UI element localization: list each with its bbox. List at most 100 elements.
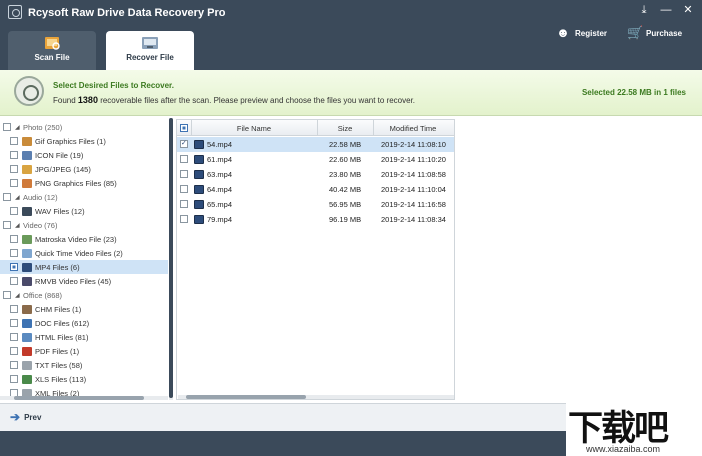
tree-hscroll-thumb[interactable] — [14, 396, 144, 400]
tree-checkbox[interactable] — [10, 249, 18, 257]
scan-summary-prefix: Found — [53, 96, 76, 105]
table-row[interactable]: ✓ 54.mp4 22.58 MB 2019-2-14 11:08:10 — [177, 137, 454, 152]
info-banner: Select Desired Files to Recover. Found 1… — [0, 70, 702, 116]
tree-item-label: PNG Graphics Files (85) — [35, 178, 117, 188]
video-file-icon — [194, 200, 204, 209]
file-type-icon — [22, 136, 32, 146]
tree-checkbox[interactable] — [10, 361, 18, 369]
file-name-cell: 65.mp4 — [207, 200, 233, 209]
tree-item[interactable]: PDF Files (1) — [0, 344, 168, 358]
file-type-tree[interactable]: ◢ Photo (250) Gif Graphics Files (1) ICON F… — [0, 118, 172, 400]
tree-checkbox[interactable] — [3, 123, 11, 131]
row-checkbox[interactable]: ✓ — [180, 140, 188, 148]
tree-item-label: Photo (250) — [23, 122, 63, 132]
tree-checkbox[interactable] — [10, 277, 18, 285]
tree-checkbox[interactable] — [10, 235, 18, 243]
scan-file-icon — [45, 37, 60, 50]
tab-scan-file[interactable]: Scan File — [8, 31, 96, 70]
tree-vertical-scrollbar[interactable] — [169, 118, 173, 400]
tree-horizontal-scrollbar[interactable] — [0, 396, 168, 400]
disk-icon — [14, 76, 44, 106]
register-button[interactable]: ☻ Register — [556, 26, 607, 40]
tree-item[interactable]: JPG/JPEG (145) — [0, 162, 168, 176]
table-hscroll-thumb[interactable] — [186, 395, 306, 399]
table-row[interactable]: 79.mp4 96.19 MB 2019-2-14 11:08:34 — [177, 212, 454, 227]
tree-category[interactable]: ◢ Photo (250) — [0, 120, 168, 134]
tree-checkbox[interactable] — [10, 305, 18, 313]
tree-item[interactable]: MP4 Files (6) — [0, 260, 168, 274]
expand-triangle-icon[interactable]: ◢ — [15, 292, 23, 299]
file-type-icon — [22, 248, 32, 258]
tree-item-label: JPG/JPEG (145) — [35, 164, 91, 174]
tree-item[interactable]: PNG Graphics Files (85) — [0, 176, 168, 190]
file-name-cell: 61.mp4 — [207, 155, 233, 164]
tree-checkbox[interactable] — [10, 375, 18, 383]
tree-checkbox[interactable] — [10, 179, 18, 187]
tree-scroll-thumb[interactable] — [169, 118, 173, 398]
table-row[interactable]: 64.mp4 40.42 MB 2019-2-14 11:10:04 — [177, 182, 454, 197]
select-all-checkbox[interactable] — [180, 124, 188, 132]
tree-item[interactable]: Quick Time Video Files (2) — [0, 246, 168, 260]
row-checkbox[interactable] — [180, 215, 188, 223]
tree-item[interactable]: XLS Files (113) — [0, 372, 168, 386]
tree-checkbox[interactable] — [10, 333, 18, 341]
column-modified-time[interactable]: Modified Time — [373, 124, 453, 133]
register-label: Register — [575, 28, 608, 38]
minimize-button[interactable]: — — [658, 2, 674, 18]
tree-checkbox[interactable] — [3, 291, 11, 299]
arrow-left-icon: ➔ — [10, 410, 21, 424]
tree-item[interactable]: Matroska Video File (23) — [0, 232, 168, 246]
tree-category[interactable]: ◢ Audio (12) — [0, 190, 168, 204]
video-file-icon — [194, 155, 204, 164]
tree-item[interactable]: CHM Files (1) — [0, 302, 168, 316]
tree-item-label: TXT Files (58) — [35, 360, 83, 370]
tree-item[interactable]: Gif Graphics Files (1) — [0, 134, 168, 148]
tree-category[interactable]: ◢ Video (76) — [0, 218, 168, 232]
tab-recover-file[interactable]: Recover File — [106, 31, 194, 70]
file-type-icon — [22, 234, 32, 244]
tree-checkbox[interactable] — [10, 151, 18, 159]
tree-item-label: ICON File (19) — [35, 150, 84, 160]
row-checkbox[interactable] — [180, 170, 188, 178]
tree-checkbox[interactable] — [10, 263, 18, 271]
modified-time-cell: 2019-2-14 11:10:04 — [381, 185, 446, 194]
expand-triangle-icon[interactable]: ◢ — [15, 124, 23, 131]
row-checkbox[interactable] — [180, 155, 188, 163]
tree-item[interactable]: ICON File (19) — [0, 148, 168, 162]
tree-checkbox[interactable] — [3, 193, 11, 201]
expand-triangle-icon[interactable]: ◢ — [15, 194, 23, 201]
expand-triangle-icon[interactable]: ◢ — [15, 222, 23, 229]
tab-scan-file-label: Scan File — [34, 53, 70, 62]
table-row[interactable]: 65.mp4 56.95 MB 2019-2-14 11:16:58 — [177, 197, 454, 212]
table-row[interactable]: 63.mp4 23.80 MB 2019-2-14 11:08:58 — [177, 167, 454, 182]
download-icon[interactable]: ⤓ — [636, 2, 652, 18]
tree-category[interactable]: ◢ Office (868) — [0, 288, 168, 302]
close-button[interactable]: ✕ — [680, 2, 696, 18]
row-checkbox[interactable] — [180, 185, 188, 193]
tree-item-label: Gif Graphics Files (1) — [35, 136, 106, 146]
file-type-icon — [22, 332, 32, 342]
tree-item[interactable]: WAV Files (12) — [0, 204, 168, 218]
tree-checkbox[interactable] — [10, 165, 18, 173]
tree-item[interactable]: HTML Files (81) — [0, 330, 168, 344]
column-size[interactable]: Size — [317, 124, 373, 133]
tree-item[interactable]: TXT Files (58) — [0, 358, 168, 372]
table-horizontal-scrollbar[interactable] — [178, 395, 454, 399]
prev-button[interactable]: ➔ Prev — [10, 410, 41, 424]
tree-checkbox[interactable] — [10, 137, 18, 145]
tree-checkbox[interactable] — [10, 347, 18, 355]
tree-item-label: Quick Time Video Files (2) — [35, 248, 123, 258]
file-type-icon — [22, 164, 32, 174]
column-file-name[interactable]: File Name — [191, 124, 317, 133]
tree-item[interactable]: RMVB Video Files (45) — [0, 274, 168, 288]
tree-item[interactable]: DOC Files (612) — [0, 316, 168, 330]
tree-item-label: RMVB Video Files (45) — [35, 276, 112, 286]
tree-checkbox[interactable] — [10, 319, 18, 327]
tree-checkbox[interactable] — [10, 207, 18, 215]
table-row[interactable]: 61.mp4 22.60 MB 2019-2-14 11:10:20 — [177, 152, 454, 167]
file-table: File Name Size Modified Time ✓ 54.mp4 22.5… — [176, 119, 455, 400]
tree-item-label: CHM Files (1) — [35, 304, 82, 314]
purchase-button[interactable]: 🛒 Purchase — [627, 26, 682, 40]
tree-checkbox[interactable] — [3, 221, 11, 229]
row-checkbox[interactable] — [180, 200, 188, 208]
